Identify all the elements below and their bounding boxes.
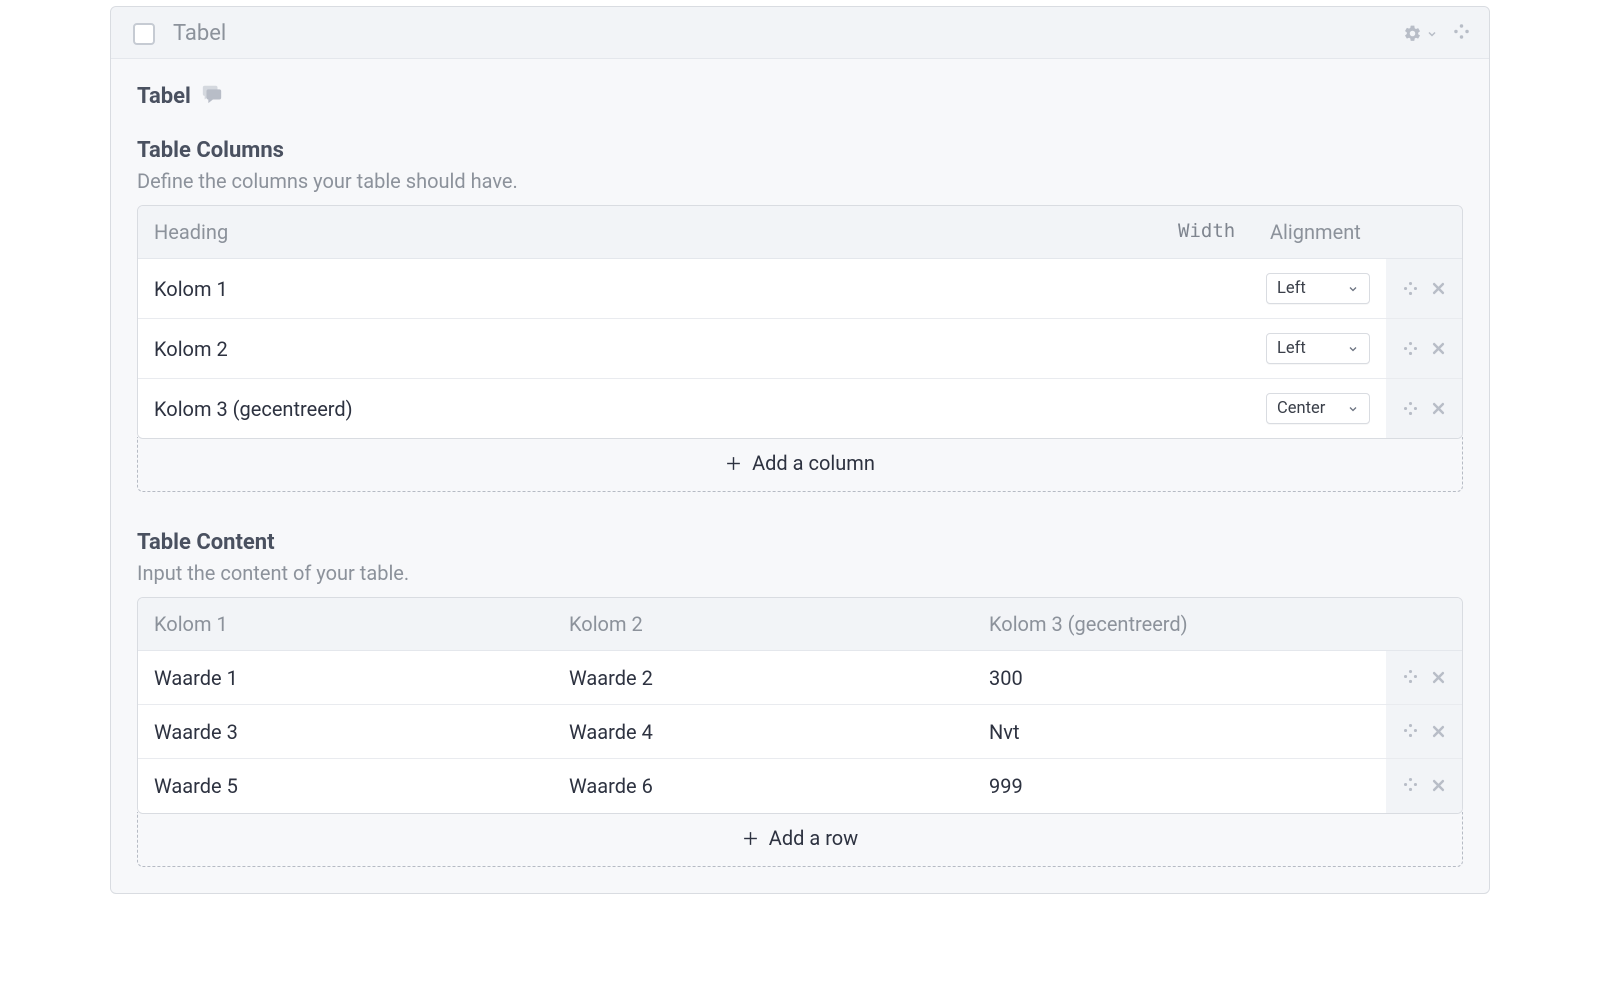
column-heading-cell[interactable]: Kolom 2 [138,323,1158,375]
delete-icon[interactable] [1431,341,1446,356]
col-header-width: Width [1162,206,1254,258]
delete-icon[interactable] [1431,401,1446,416]
content-header-2: Kolom 2 [553,598,973,650]
content-row: Waarde 1Waarde 2300 [138,651,1462,705]
content-header-3: Kolom 3 (gecentreerd) [973,598,1388,650]
columns-section-title: Table Columns [137,138,1463,163]
object-title: Tabel [137,84,191,109]
delete-icon[interactable] [1431,666,1446,690]
drag-handle-icon[interactable] [1402,400,1419,417]
column-alignment-cell: Left [1250,259,1386,318]
alignment-select[interactable]: Left [1266,333,1370,364]
config-panel: Tabel Tabel Table Columns Define the col… [110,6,1490,894]
alignment-select[interactable]: Left [1266,273,1370,304]
add-column-button[interactable]: Add a column [137,437,1463,492]
column-heading-cell[interactable]: Kolom 3 (gecentreerd) [138,383,1158,435]
content-row: Waarde 3Waarde 4Nvt [138,705,1462,759]
comments-icon[interactable] [201,83,223,110]
column-width-cell[interactable] [1158,335,1250,363]
content-grid-header: Kolom 1 Kolom 2 Kolom 3 (gecentreerd) [138,598,1462,651]
panel-header: Tabel [111,7,1489,59]
drag-handle-icon[interactable] [1402,340,1419,357]
content-row: Waarde 5Waarde 6999 [138,759,1462,813]
row-actions [1386,759,1462,813]
content-cell[interactable]: Waarde 3 [138,706,553,758]
content-header-actions [1388,598,1462,650]
alignment-select[interactable]: Center [1266,393,1370,424]
content-cell[interactable]: Waarde 4 [553,706,973,758]
drag-handle-icon[interactable] [1402,774,1419,798]
content-grid: Kolom 1 Kolom 2 Kolom 3 (gecentreerd) Wa… [137,597,1463,814]
chevron-down-icon [1347,343,1359,355]
row-actions [1386,705,1462,758]
chevron-down-icon [1347,403,1359,415]
alignment-value: Left [1277,279,1306,298]
column-width-cell[interactable] [1158,275,1250,303]
content-section-title: Table Content [137,530,1463,555]
panel-body: Tabel Table Columns Define the columns y… [111,59,1489,893]
column-alignment-cell: Left [1250,319,1386,378]
columns-grid: Heading Width Alignment Kolom 1LeftKolom… [137,205,1463,439]
content-cell[interactable]: 999 [973,760,1386,812]
drag-handle-icon[interactable] [1402,280,1419,297]
chevron-down-icon [1426,28,1438,40]
col-header-actions [1388,206,1462,258]
drag-handle-icon[interactable] [1402,720,1419,744]
plus-icon [725,455,742,472]
content-cell[interactable]: 300 [973,652,1386,704]
content-cell[interactable]: Waarde 6 [553,760,973,812]
col-header-alignment: Alignment [1254,206,1388,258]
add-row-label: Add a row [769,826,858,850]
add-column-label: Add a column [752,451,875,475]
column-width-cell[interactable] [1158,395,1250,423]
column-row: Kolom 2 Left [138,319,1462,379]
column-heading-cell[interactable]: Kolom 1 [138,263,1158,315]
row-actions [1386,651,1462,704]
delete-icon[interactable] [1431,720,1446,744]
col-header-heading: Heading [138,206,1162,258]
content-cell[interactable]: Waarde 5 [138,760,553,812]
row-actions [1386,319,1462,378]
content-cell[interactable]: Nvt [973,706,1386,758]
content-cell[interactable]: Waarde 1 [138,652,553,704]
content-section-desc: Input the content of your table. [137,561,1463,585]
panel-title: Tabel [173,21,1403,46]
delete-icon[interactable] [1431,774,1446,798]
gear-icon [1403,24,1422,43]
column-row: Kolom 1 Left [138,259,1462,319]
alignment-value: Left [1277,339,1306,358]
row-actions [1386,259,1462,318]
column-alignment-cell: Center [1250,379,1386,438]
move-handle-icon[interactable] [1452,22,1471,46]
delete-icon[interactable] [1431,281,1446,296]
chevron-down-icon [1347,283,1359,295]
plus-icon [742,830,759,847]
object-title-row: Tabel [137,83,1463,110]
drag-handle-icon[interactable] [1402,666,1419,690]
content-cell[interactable]: Waarde 2 [553,652,973,704]
alignment-value: Center [1277,399,1325,418]
content-header-1: Kolom 1 [138,598,553,650]
columns-grid-header: Heading Width Alignment [138,206,1462,259]
add-row-button[interactable]: Add a row [137,812,1463,867]
panel-checkbox[interactable] [133,23,155,45]
row-actions [1386,379,1462,438]
settings-dropdown[interactable] [1403,24,1438,43]
columns-section-desc: Define the columns your table should hav… [137,169,1463,193]
column-row: Kolom 3 (gecentreerd) Center [138,379,1462,438]
